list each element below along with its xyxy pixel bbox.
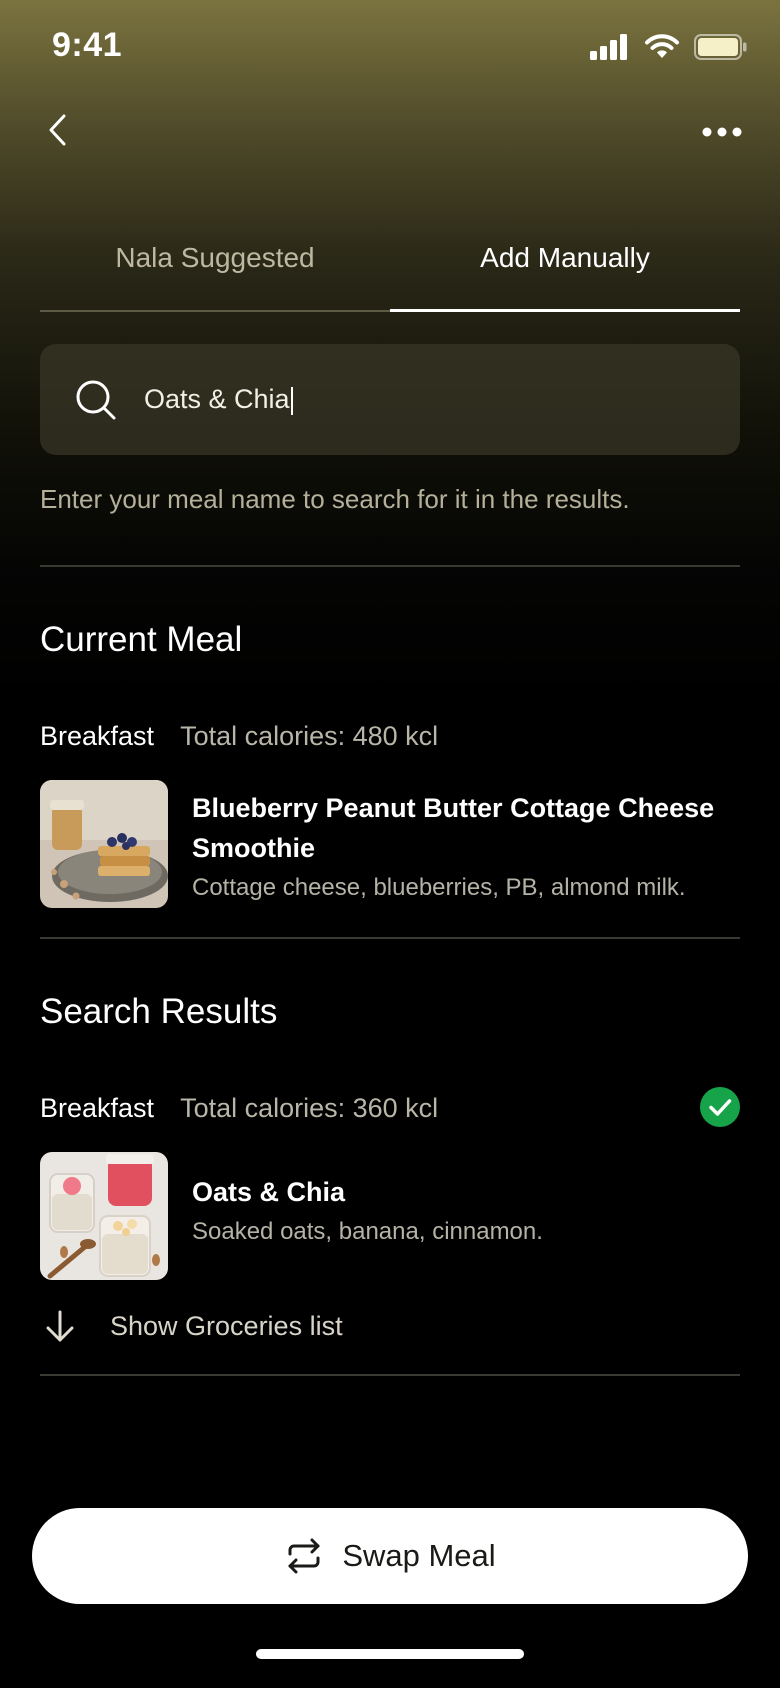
result-meal-card[interactable]: Oats & Chia Soaked oats, banana, cinnamo… (40, 1152, 740, 1280)
status-icons (590, 32, 748, 62)
result-meal-description: Soaked oats, banana, cinnamon. (192, 1218, 543, 1245)
tab-bar: Nala Suggested Add Manually (40, 232, 740, 312)
search-input[interactable]: Oats & Chia (144, 384, 293, 415)
current-meal-title: Current Meal (40, 620, 243, 659)
back-button[interactable] (36, 108, 80, 152)
battery-icon (694, 34, 747, 60)
current-meal-type: Breakfast (40, 720, 155, 751)
show-groceries-toggle[interactable]: Show Groceries list (40, 1304, 343, 1348)
swap-meal-label: Swap Meal (342, 1538, 496, 1573)
tab-nala-suggested[interactable]: Nala Suggested (40, 232, 390, 310)
current-meal-info: Blueberry Peanut Butter Cottage Cheese S… (192, 780, 714, 908)
current-meal-header: Breakfast Total calories: 480 kcl (40, 716, 740, 756)
current-meal-card[interactable]: Blueberry Peanut Butter Cottage Cheese S… (40, 780, 740, 908)
result-meal-info: Oats & Chia Soaked oats, banana, cinnamo… (192, 1152, 543, 1280)
search-icon (74, 378, 118, 422)
swap-meal-button[interactable]: Swap Meal (32, 1508, 748, 1604)
show-groceries-label: Show Groceries list (110, 1310, 343, 1341)
home-indicator[interactable] (256, 1649, 524, 1659)
arrow-down-icon (46, 1310, 74, 1342)
text-caret (290, 386, 293, 415)
divider (40, 1374, 740, 1376)
search-hint: Enter your meal name to search for it in… (40, 484, 630, 514)
signal-icon (590, 34, 627, 60)
result-meal-calories: Total calories: 360 kcl (180, 1092, 439, 1123)
search-results-title: Search Results (40, 992, 278, 1031)
more-horizontal-icon (702, 127, 742, 137)
status-bar: 9:41 (0, 0, 780, 96)
current-meal-image (40, 780, 168, 908)
divider (40, 937, 740, 939)
search-field[interactable]: Oats & Chia (40, 344, 740, 455)
current-meal-calories: Total calories: 480 kcl (180, 720, 439, 751)
current-meal-description: Cottage cheese, blueberries, PB, almond … (192, 874, 686, 901)
chevron-left-icon (49, 114, 66, 146)
result-meal-name: Oats & Chia (192, 1177, 346, 1207)
more-options-button[interactable] (694, 110, 750, 154)
result-meal-type: Breakfast (40, 1092, 155, 1123)
search-input-value: Oats & Chia (144, 384, 290, 414)
result-meal-image (40, 1152, 168, 1280)
swap-icon (288, 1538, 320, 1574)
wifi-icon (645, 34, 679, 58)
selected-check-icon[interactable] (700, 1087, 740, 1127)
current-meal-name-line2: Smoothie (192, 833, 316, 863)
result-meal-header: Breakfast Total calories: 360 kcl (40, 1087, 740, 1128)
status-time: 9:41 (52, 26, 123, 64)
tab-add-manually[interactable]: Add Manually (390, 232, 740, 312)
current-meal-name-line1: Blueberry Peanut Butter Cottage Cheese (192, 793, 715, 823)
divider (40, 565, 740, 567)
